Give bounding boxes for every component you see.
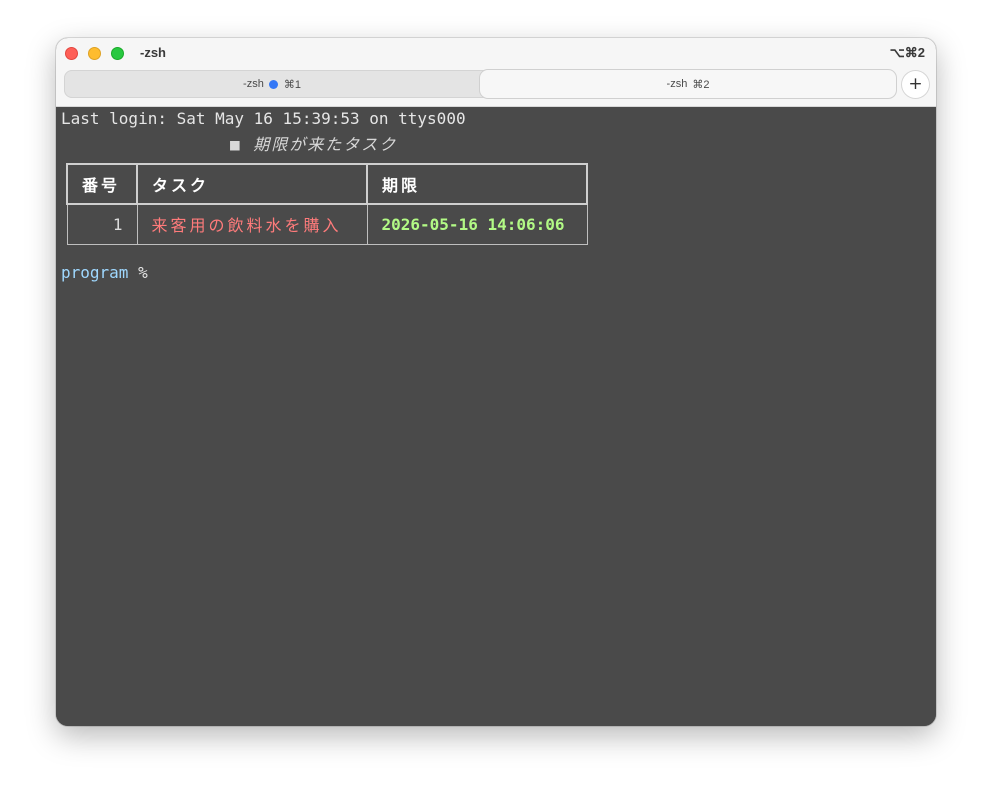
title-bar[interactable]: -zsh ⌥⌘2 -zsh ⌘1 -zsh ⌘2 + xyxy=(56,38,936,107)
cell-deadline: 2026-05-16 14:06:06 xyxy=(366,203,588,245)
terminal-window: -zsh ⌥⌘2 -zsh ⌘1 -zsh ⌘2 + Last login: S… xyxy=(56,38,936,726)
cell-task: 来客用の飲料水を購入 xyxy=(136,203,368,245)
login-message: Last login: Sat May 16 15:39:53 on ttys0… xyxy=(61,109,466,128)
header-task: タスク xyxy=(136,163,368,205)
plus-icon: + xyxy=(908,74,923,94)
shell-prompt[interactable]: program % xyxy=(61,263,148,282)
window-title: -zsh xyxy=(140,45,166,60)
terminal-content[interactable]: Last login: Sat May 16 15:39:53 on ttys0… xyxy=(56,107,936,726)
cell-number: 1 xyxy=(66,203,138,245)
tab-zsh-1[interactable]: -zsh ⌘1 xyxy=(64,70,480,98)
table-row: 1 来客用の飲料水を購入 2026-05-16 14:06:06 xyxy=(66,203,588,245)
window-shortcut: ⌥⌘2 xyxy=(889,45,925,60)
tab-label: -zsh xyxy=(243,78,264,90)
header-number: 番号 xyxy=(66,163,138,205)
task-table: 番号 タスク 期限 1 来客用の飲料水を購入 2026-05-16 14:06:… xyxy=(66,163,588,245)
prompt-symbol: % xyxy=(138,263,148,282)
tab-label: -zsh xyxy=(666,78,688,90)
table-title: ■ 期限が来たタスク xyxy=(230,135,398,154)
zoom-window-button[interactable] xyxy=(111,47,124,60)
prompt-directory: program xyxy=(61,263,129,282)
minimize-window-button[interactable] xyxy=(88,47,101,60)
tab-shortcut: ⌘2 xyxy=(692,78,710,91)
activity-dot-icon xyxy=(268,79,278,89)
header-deadline: 期限 xyxy=(366,163,588,205)
tab-bar: -zsh ⌘1 -zsh ⌘2 xyxy=(64,70,896,98)
tab-shortcut: ⌘1 xyxy=(283,78,301,91)
close-window-button[interactable] xyxy=(65,47,78,60)
new-tab-button[interactable]: + xyxy=(902,71,929,98)
tab-zsh-2[interactable]: -zsh ⌘2 xyxy=(480,70,896,98)
table-header-row: 番号 タスク 期限 xyxy=(66,163,588,205)
